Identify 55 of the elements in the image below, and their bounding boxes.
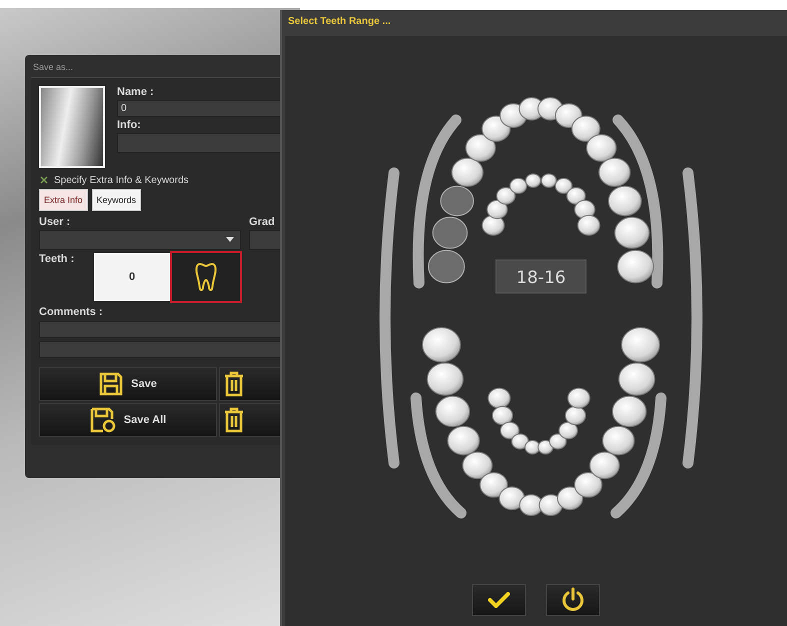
field-label: Teeth : <box>39 253 76 265</box>
dialog-title: Save as... <box>32 61 74 74</box>
tooth[interactable] <box>462 452 493 480</box>
tooth[interactable] <box>428 250 465 284</box>
power-icon <box>560 587 586 613</box>
tab[interactable]: Keywords <box>92 189 142 211</box>
checkbox-label: Specify Extra Info & Keywords <box>54 174 189 186</box>
tooth[interactable] <box>589 452 620 480</box>
dropdown-caret-icon <box>226 237 234 242</box>
teeth-field[interactable]: 0 <box>94 253 170 301</box>
tooth[interactable] <box>621 327 660 362</box>
tooth[interactable] <box>482 116 511 142</box>
tooth[interactable] <box>608 186 642 216</box>
field-label: User : <box>39 216 72 228</box>
tooth[interactable] <box>435 396 470 428</box>
floppy-disk-icon <box>90 407 116 433</box>
tooth[interactable] <box>538 494 563 516</box>
field-label: Grad <box>249 216 276 228</box>
tooth[interactable] <box>617 250 654 284</box>
tooth[interactable] <box>498 486 525 510</box>
tooth[interactable] <box>519 494 544 516</box>
trash-icon <box>224 371 244 397</box>
tooth[interactable] <box>426 362 464 396</box>
tooth[interactable] <box>602 426 635 456</box>
tooth[interactable] <box>612 396 647 428</box>
tooth[interactable] <box>440 186 474 216</box>
save-all-button[interactable]: Save All <box>39 403 217 437</box>
tooth[interactable] <box>571 116 600 142</box>
tooth[interactable] <box>598 158 631 187</box>
check-icon <box>488 592 510 608</box>
field-label: Name : <box>117 86 155 98</box>
field-label: Info: <box>117 119 142 131</box>
tooth-icon <box>195 262 217 292</box>
tooth[interactable] <box>447 426 480 456</box>
tooth[interactable] <box>574 472 602 498</box>
tooth[interactable] <box>432 216 468 249</box>
checkbox[interactable] <box>39 174 49 186</box>
dialog-title: Select Teeth Range ... <box>287 15 392 29</box>
tooth-button[interactable] <box>170 251 242 303</box>
range-label: 18-16 <box>516 268 566 288</box>
field-label: Comments : <box>39 306 104 318</box>
save-button[interactable]: Save <box>39 367 217 401</box>
tooth[interactable] <box>480 472 508 498</box>
tooth[interactable] <box>557 486 584 510</box>
tooth[interactable] <box>618 362 656 396</box>
cross-icon <box>40 176 48 184</box>
tooth[interactable] <box>422 327 461 362</box>
tooth[interactable] <box>451 158 484 187</box>
tooth[interactable] <box>465 134 496 162</box>
confirm-button[interactable] <box>472 584 526 616</box>
tooth[interactable] <box>586 134 617 162</box>
tooth[interactable] <box>614 216 650 249</box>
power-button[interactable] <box>546 584 600 616</box>
trash-icon <box>224 407 244 433</box>
tab[interactable]: Extra Info <box>39 189 88 211</box>
